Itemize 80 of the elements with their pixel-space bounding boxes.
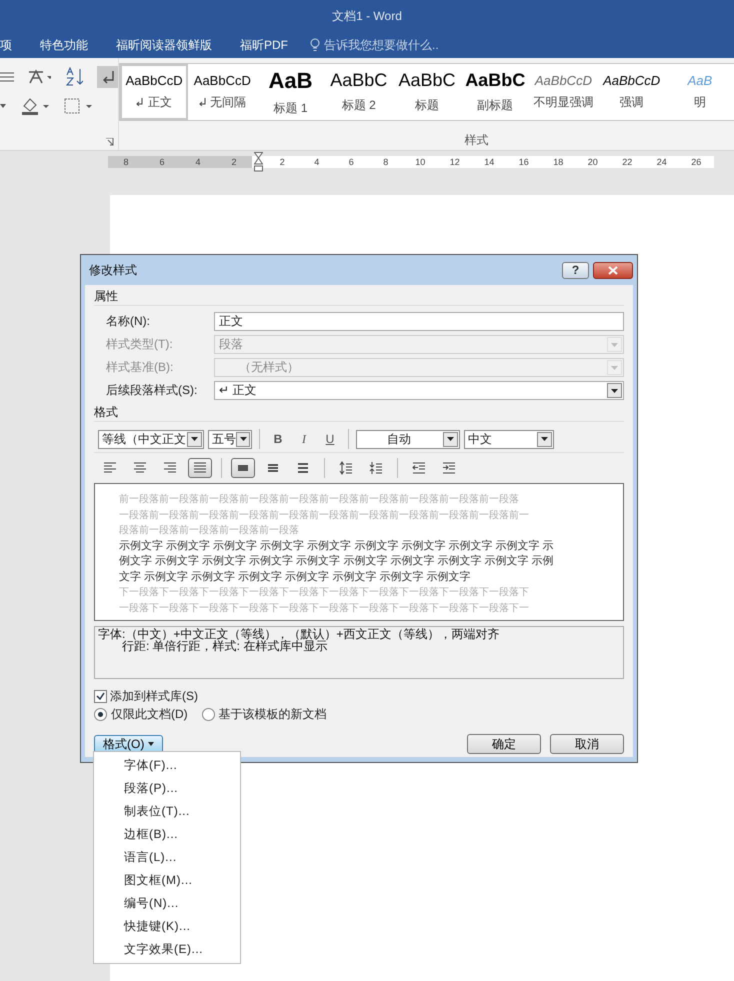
style-item[interactable]: AaBbC 标题 2 xyxy=(324,64,393,120)
sort-icon[interactable] xyxy=(65,67,83,87)
field-label: 名称(N): xyxy=(105,313,151,330)
space-down-icon xyxy=(368,460,384,476)
preview-text: 一段落下一段落下一段落下一段落下一段落下一段落下一段落下一段落下一段落下一段落下一 xyxy=(119,602,530,616)
justify-button[interactable] xyxy=(188,458,212,478)
space-up-icon xyxy=(338,460,354,476)
single-button[interactable] xyxy=(231,458,255,478)
dialog-launcher-icon[interactable] xyxy=(106,138,114,146)
style-item[interactable]: AaB 标题 1 xyxy=(256,64,325,120)
style-item[interactable]: AaBbCcD 强调 xyxy=(598,64,666,120)
ribbon-tab[interactable]: 福昕阅读器领鲜版 xyxy=(102,36,226,54)
bold-button[interactable]: B xyxy=(267,432,289,446)
chinese-layout-icon[interactable] xyxy=(28,68,52,86)
radio-label: 基于该模板的新文档 xyxy=(218,706,327,723)
style-item[interactable]: AaB 明 xyxy=(666,64,734,120)
menu-item[interactable]: 边框(B)... xyxy=(94,823,240,846)
script-dropdown[interactable]: 中文 xyxy=(464,430,554,448)
radio-button[interactable] xyxy=(202,708,215,721)
menu-item[interactable]: 字体(F)... xyxy=(94,754,240,777)
style-item[interactable]: AaBbCcD 正文 xyxy=(120,64,188,120)
tell-me-field[interactable]: 告诉我您想要做什么.. xyxy=(324,36,439,54)
indent-icon xyxy=(441,460,457,476)
shading-icon[interactable] xyxy=(20,96,50,116)
caret-icon xyxy=(148,742,154,746)
sample-text: 文字 示例文字 示例文字 示例文字 示例文字 示例文字 示例文字 示例文字 xyxy=(119,570,472,584)
return-arrow-icon xyxy=(136,98,144,106)
outdent-icon xyxy=(411,460,427,476)
ribbon-tab[interactable]: 福昕PDF xyxy=(226,36,302,54)
description-text: 行距: 单倍行距，样式: 在样式库中显示 xyxy=(122,640,328,652)
style-item[interactable]: AaBbC 副标题 xyxy=(461,64,530,120)
preview-text: 前一段落前一段落前一段落前一段落前一段落前一段落前一段落前一段落前一段落前一段落 xyxy=(119,492,520,507)
lightbulb-icon xyxy=(310,38,320,52)
size-dropdown[interactable]: 五号 xyxy=(208,430,252,448)
section-heading: 属性 xyxy=(94,288,624,306)
close-icon xyxy=(608,266,618,274)
ok-button[interactable]: 确定 xyxy=(467,734,541,754)
section-heading: 格式 xyxy=(94,404,624,422)
field-label: 样式基准(B): xyxy=(105,359,174,376)
paragraph-mark-icon[interactable] xyxy=(96,66,118,88)
style-item[interactable]: AaBbC 标题 xyxy=(392,64,462,120)
checkbox[interactable] xyxy=(94,690,107,703)
preview-text: 下一段落下一段落下一段落下一段落下一段落下一段落下一段落下一段落下一段落下一段落下 xyxy=(119,586,530,600)
underline-button[interactable]: U xyxy=(319,432,341,446)
style-item[interactable]: AaBbCcD 不明显强调 xyxy=(529,64,598,120)
close-button[interactable] xyxy=(593,262,633,278)
menu-item[interactable]: 编号(N)... xyxy=(94,892,240,915)
field-label: 样式类型(T): xyxy=(105,336,174,353)
dialog-title: 修改样式 xyxy=(89,262,137,278)
menu-item[interactable]: 语言(L)... xyxy=(94,846,240,869)
color-dropdown[interactable]: 自动 xyxy=(356,430,460,448)
menu-item[interactable]: 文字效果(E)... xyxy=(94,938,240,961)
preview-text: 一段落前一段落前一段落前一段落前一段落前一段落前一段落前一段落前一段落前一段落前一 xyxy=(119,508,530,522)
name-field[interactable]: 正文 xyxy=(214,312,624,331)
borders-icon[interactable] xyxy=(64,97,94,115)
sample-text: 示例文字 示例文字 示例文字 示例文字 示例文字 示例文字 示例文字 示例文字 示例文字 示 xyxy=(119,538,555,554)
indent-marker-icon[interactable] xyxy=(254,152,263,172)
group-label: 样式 xyxy=(464,132,488,149)
return-arrow-icon xyxy=(198,98,207,106)
menu-item[interactable]: 段落(P)... xyxy=(94,777,240,800)
radio-label: 仅限此文档(D) xyxy=(111,706,188,723)
ribbon-tab[interactable]: 项 xyxy=(0,36,26,54)
font-dropdown[interactable]: 等线（中文正文 xyxy=(98,430,204,448)
preview-text: 段落前一段落前一段落前一段落前一段落 xyxy=(119,524,300,538)
ribbon-tab[interactable]: 特色功能 xyxy=(26,36,102,54)
description-text: 字体:（中文）+中文正文（等线），（默认）+西文正文（等线），两端对齐 xyxy=(98,628,500,640)
field-label: 后续段落样式(S): xyxy=(105,382,198,399)
menu-item[interactable]: 制表位(T)... xyxy=(94,800,240,823)
radio-button[interactable] xyxy=(94,708,107,721)
checkbox-label: 添加到样式库(S) xyxy=(110,688,198,705)
format-button[interactable]: 格式(O) xyxy=(94,734,164,754)
help-button[interactable]: ? xyxy=(562,262,589,278)
sample-text: 例文字 示例文字 示例文字 示例文字 示例文字 示例文字 示例文字 示例文字 示例文字 示例 xyxy=(119,554,555,569)
menu-item[interactable]: 图文框(M)... xyxy=(94,869,240,892)
italic-button[interactable]: I xyxy=(293,432,315,446)
cancel-button[interactable]: 取消 xyxy=(550,734,624,754)
window-title: 文档1 - Word xyxy=(332,8,402,24)
style-dropdown[interactable]: ↵ 正文 xyxy=(214,381,624,400)
style-item[interactable]: AaBbCcD 无间隔 xyxy=(188,64,256,120)
menu-item[interactable]: 快捷键(K)... xyxy=(94,915,240,938)
